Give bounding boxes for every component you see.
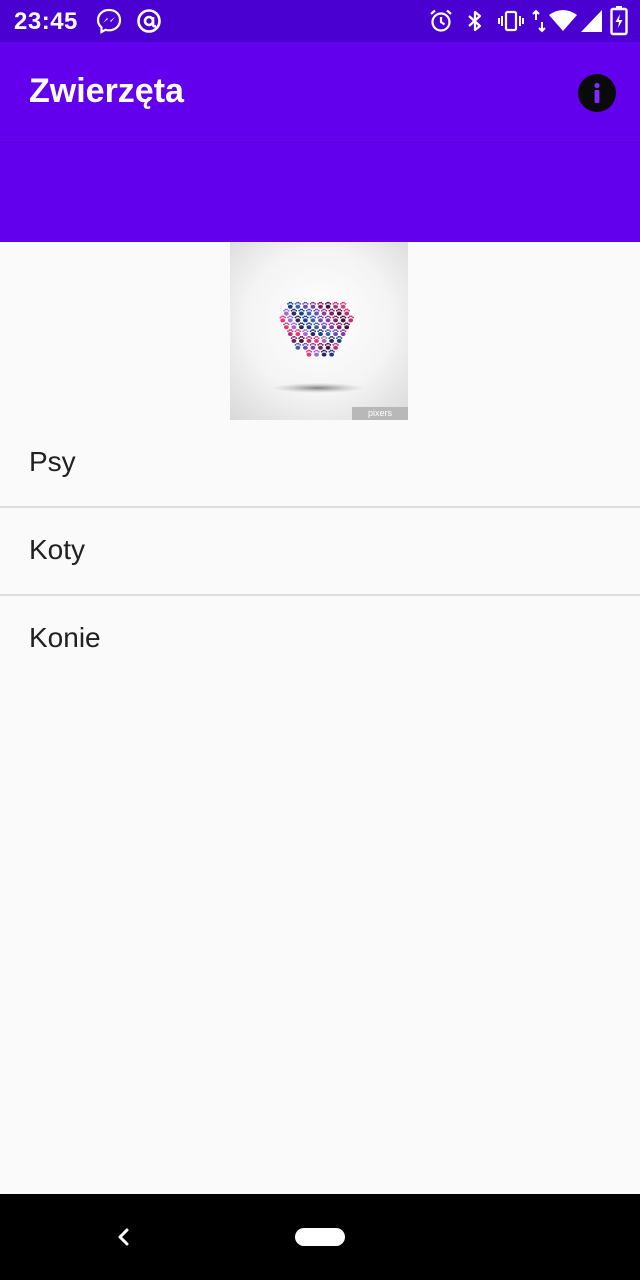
animal-list: Psy Koty Konie xyxy=(0,420,640,682)
paw-print-heart-icon xyxy=(272,301,364,393)
bluetooth-icon xyxy=(462,8,488,34)
list-item-koty[interactable]: Koty xyxy=(0,508,640,596)
hero-image: pixers xyxy=(230,242,408,420)
app-bar-divider xyxy=(0,142,640,143)
data-arrows-icon xyxy=(532,8,546,34)
list-item-label: Psy xyxy=(29,446,76,477)
list-item-label: Konie xyxy=(29,622,101,653)
list-item-psy[interactable]: Psy xyxy=(0,420,640,508)
back-button[interactable] xyxy=(108,1222,138,1252)
status-bar: 23:45 xyxy=(0,0,640,42)
signal-icon xyxy=(580,8,604,34)
battery-charging-icon xyxy=(610,6,628,36)
at-sign-icon xyxy=(136,8,162,34)
alarm-icon xyxy=(428,8,454,34)
app-bar: Zwierzęta xyxy=(0,42,640,242)
info-button[interactable] xyxy=(578,74,616,112)
chevron-left-icon xyxy=(118,1228,129,1246)
info-icon xyxy=(594,82,600,103)
messenger-icon xyxy=(96,8,122,34)
wifi-icon xyxy=(548,8,578,34)
list-item-konie[interactable]: Konie xyxy=(0,596,640,682)
list-item-label: Koty xyxy=(29,534,86,565)
watermark: pixers xyxy=(352,407,408,420)
home-button[interactable] xyxy=(295,1228,345,1246)
status-time: 23:45 xyxy=(14,8,78,35)
page-title: Zwierzęta xyxy=(29,72,184,110)
vibrate-icon xyxy=(498,8,524,34)
navigation-bar xyxy=(0,1194,640,1280)
